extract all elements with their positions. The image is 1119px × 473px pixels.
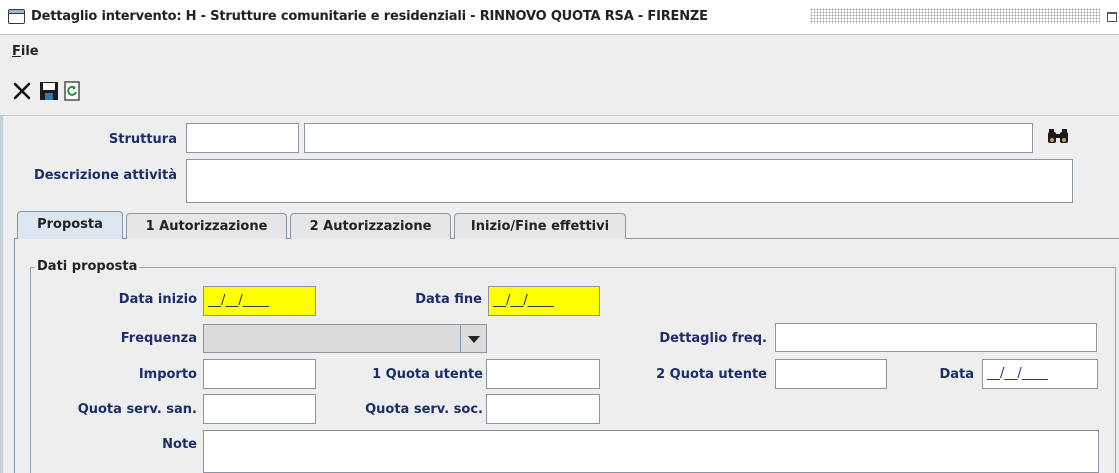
data-label: Data (939, 367, 974, 382)
descrizione-field[interactable] (186, 159, 1073, 203)
window-title: Dettaglio intervento: H - Strutture comu… (31, 9, 708, 24)
importo-field[interactable] (203, 359, 316, 389)
menu-file[interactable]: File (12, 44, 39, 59)
frequenza-select[interactable] (203, 324, 487, 353)
data-inizio-field[interactable]: __/__/____ (203, 286, 316, 316)
tab-inizio-fine-effettivi[interactable]: Inizio/Fine effettivi (454, 213, 626, 239)
title-bar-grip (810, 8, 1100, 24)
quota-serv-soc-field[interactable] (486, 394, 600, 424)
dettaglio-freq-label: Dettaglio freq. (659, 331, 767, 346)
quota2-label: 2 Quota utente (656, 367, 767, 382)
save-icon[interactable] (39, 81, 59, 101)
chevron-down-icon[interactable] (460, 325, 486, 352)
window-icon (8, 9, 25, 24)
close-icon[interactable] (12, 81, 32, 101)
data-inizio-label: Data inizio (118, 292, 197, 307)
refresh-icon[interactable] (62, 81, 82, 101)
note-field[interactable] (203, 430, 1099, 473)
struttura-label: Struttura (108, 132, 177, 147)
tab-1-autorizzazione[interactable]: 1 Autorizzazione (126, 213, 287, 239)
menu-bar: File (0, 35, 1119, 65)
struttura-name-field[interactable] (304, 123, 1033, 153)
title-bar: Dettaglio intervento: H - Strutture comu… (0, 0, 1119, 35)
quota1-field[interactable] (486, 359, 600, 389)
quota-serv-soc-label: Quota serv. soc. (365, 402, 483, 417)
toolbar (0, 65, 1119, 116)
descrizione-label: Descrizione attività (33, 168, 177, 183)
menu-file-mnemonic: F (12, 44, 21, 59)
tab-proposta[interactable]: Proposta (17, 211, 123, 239)
quota-serv-san-field[interactable] (203, 394, 316, 424)
quota1-label: 1 Quota utente (372, 367, 483, 382)
importo-label: Importo (138, 367, 197, 382)
quota2-field[interactable] (775, 359, 887, 389)
binoculars-search-icon[interactable] (1046, 128, 1070, 146)
data-fine-field[interactable]: __/__/____ (488, 286, 600, 316)
restore-window-icon[interactable] (1107, 12, 1117, 22)
menu-file-rest: ile (20, 44, 39, 59)
note-label: Note (162, 437, 197, 452)
quota-serv-san-label: Quota serv. san. (77, 402, 197, 417)
tab-2-autorizzazione[interactable]: 2 Autorizzazione (290, 213, 451, 239)
struttura-code-field[interactable] (186, 123, 299, 153)
dati-proposta-title: Dati proposta (35, 259, 140, 274)
dettaglio-freq-field[interactable] (775, 323, 1097, 352)
data-fine-label: Data fine (415, 292, 482, 307)
data-field[interactable]: __/__/____ (982, 359, 1098, 389)
frequenza-label: Frequenza (120, 331, 197, 346)
